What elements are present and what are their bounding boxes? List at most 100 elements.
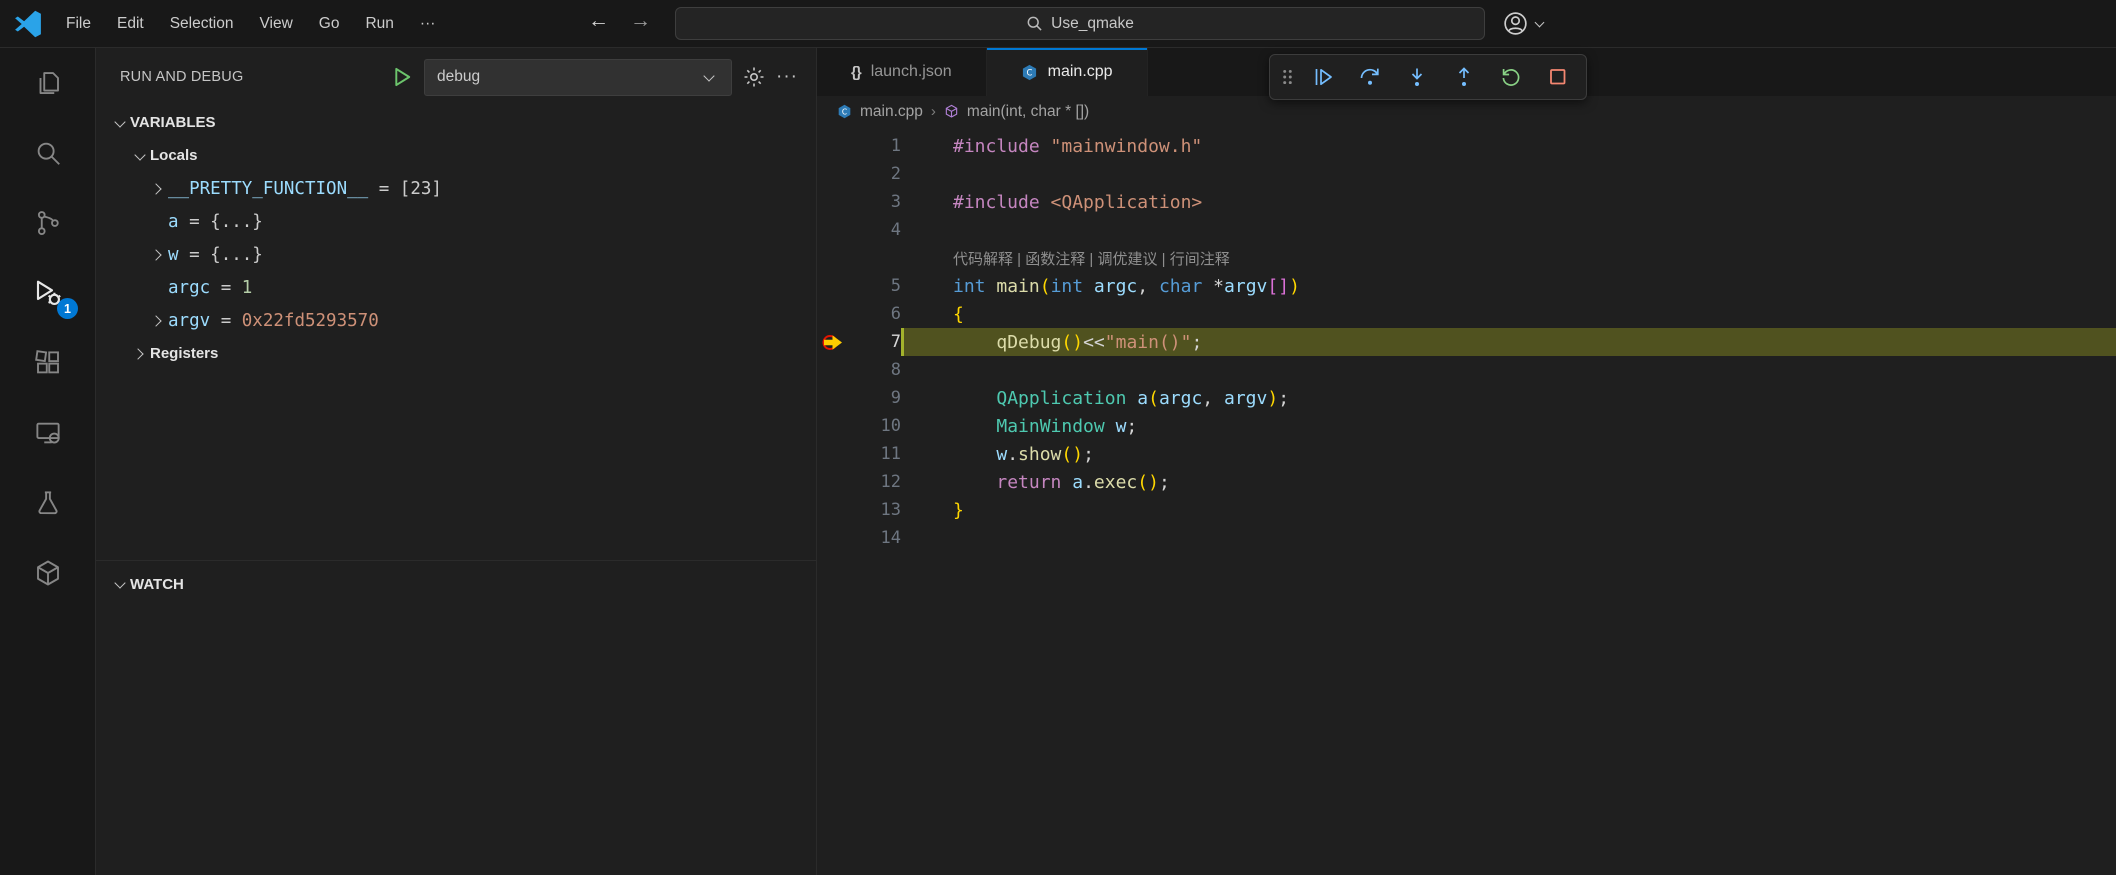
line-number[interactable]: 2 (861, 164, 901, 184)
variable-row-argc[interactable]: argc = 1 (96, 271, 816, 304)
gutter[interactable] (817, 132, 861, 160)
code-line-14[interactable]: 14 (817, 524, 2116, 552)
code-line-5[interactable]: 5 int main(int argc, char * argv[]) (817, 272, 2116, 300)
sidebar-item-source-control[interactable] (0, 188, 95, 258)
registers-scope-row[interactable]: Registers (96, 337, 816, 370)
line-number[interactable]: 9 (861, 388, 901, 408)
gutter[interactable] (817, 356, 861, 384)
menu-view[interactable]: View (246, 10, 305, 38)
settings-gear-icon[interactable] (742, 65, 766, 89)
gutter[interactable] (817, 272, 861, 300)
line-number[interactable]: 12 (861, 472, 901, 492)
sidebar-item-extensions[interactable] (0, 328, 95, 398)
back-button[interactable]: ← (588, 9, 609, 33)
menu-go[interactable]: Go (306, 10, 353, 38)
menu-run[interactable]: Run (352, 10, 406, 38)
menu-more-button[interactable]: ··· (407, 10, 449, 38)
gutter[interactable] (817, 496, 861, 524)
start-debugging-button[interactable] (390, 65, 414, 89)
code-text[interactable]: int main(int argc, char * argv[]) (901, 272, 2116, 300)
sidebar-item-run-and-debug[interactable]: 1 (0, 258, 95, 328)
code-area[interactable]: 1 #include "mainwindow.h" 2 3 #include <QApp… (817, 127, 2116, 875)
gutter[interactable] (817, 440, 861, 468)
search-box[interactable]: Use_qmake (675, 7, 1485, 40)
breadcrumb-file[interactable]: main.cpp (860, 103, 923, 121)
stop-button[interactable] (1536, 58, 1580, 96)
code-text[interactable]: #include "mainwindow.h" (901, 132, 2116, 160)
sidebar-item-remote-explorer[interactable] (0, 398, 95, 468)
gutter[interactable] (817, 188, 861, 216)
variables-section-header[interactable]: VARIABLES (96, 106, 816, 139)
code-line-2[interactable]: 2 (817, 160, 2116, 188)
code-text[interactable]: MainWindow w; (901, 412, 2116, 440)
code-text[interactable]: QApplication a(argc, argv); (901, 384, 2116, 412)
restart-button[interactable] (1489, 58, 1533, 96)
menu-selection[interactable]: Selection (157, 10, 247, 38)
line-number[interactable]: 5 (861, 276, 901, 296)
code-line-7[interactable]: 7 qDebug() << "main()"; (817, 328, 2116, 356)
line-number[interactable]: 8 (861, 360, 901, 380)
code-line-4[interactable]: 4 (817, 216, 2116, 244)
code-text[interactable] (901, 524, 2116, 552)
continue-button[interactable] (1301, 58, 1345, 96)
code-line-3[interactable]: 3 #include <QApplication> (817, 188, 2116, 216)
step-out-button[interactable] (1442, 58, 1486, 96)
sidebar-item-testing[interactable] (0, 468, 95, 538)
variable-row-w[interactable]: w = {...} (96, 238, 816, 271)
breadcrumb-symbol[interactable]: main(int, char * []) (967, 103, 1089, 121)
code-text[interactable] (901, 216, 2116, 244)
sidebar-item-explorer[interactable] (0, 48, 95, 118)
menu-file[interactable]: File (53, 10, 104, 38)
code-text[interactable]: } (901, 496, 2116, 524)
variable-row-argv[interactable]: argv = 0x22fd5293570 (96, 304, 816, 337)
code-line-12[interactable]: 12 return a. exec(); (817, 468, 2116, 496)
tab-launch-json[interactable]: {} launch.json (817, 48, 987, 96)
debug-config-dropdown[interactable]: debug (424, 58, 733, 96)
line-number[interactable]: 14 (861, 528, 901, 548)
code-text[interactable] (901, 160, 2116, 188)
gutter[interactable] (817, 216, 861, 244)
code-line-1[interactable]: 1 #include "mainwindow.h" (817, 132, 2116, 160)
watch-section-header[interactable]: WATCH (96, 560, 816, 607)
code-text[interactable] (901, 356, 2116, 384)
sidebar-item-search[interactable] (0, 118, 95, 188)
line-number[interactable]: 1 (861, 136, 901, 156)
line-number[interactable]: 10 (861, 416, 901, 436)
gutter[interactable] (817, 244, 861, 272)
line-number[interactable]: 11 (861, 444, 901, 464)
gutter[interactable] (817, 468, 861, 496)
code-text[interactable]: return a. exec(); (901, 468, 2116, 496)
code-text[interactable]: { (901, 300, 2116, 328)
code-text[interactable]: 代码解释 | 函数注释 | 调优建议 | 行间注释 (901, 244, 2116, 272)
code-line-11[interactable]: 11 w. show(); (817, 440, 2116, 468)
gutter[interactable] (817, 412, 861, 440)
code-text[interactable]: w. show(); (901, 440, 2116, 468)
locals-scope-row[interactable]: Locals (96, 139, 816, 172)
line-number[interactable]: 6 (861, 304, 901, 324)
drag-handle[interactable] (1276, 58, 1298, 96)
tab-main-cpp[interactable]: C main.cpp (986, 48, 1148, 96)
line-number[interactable]: 13 (861, 500, 901, 520)
views-more-button[interactable]: ··· (776, 67, 798, 86)
code-line-13[interactable]: 13} (817, 496, 2116, 524)
code-text[interactable]: qDebug() << "main()"; (901, 328, 2116, 356)
variable-row-a[interactable]: a = {...} (96, 205, 816, 238)
gutter[interactable] (817, 384, 861, 412)
step-over-button[interactable] (1348, 58, 1392, 96)
code-text[interactable]: #include <QApplication> (901, 188, 2116, 216)
variable-row-__PRETTY_FUNCTION__[interactable]: __PRETTY_FUNCTION__ = [23] (96, 172, 816, 205)
forward-button[interactable]: → (630, 9, 651, 33)
code-line-9[interactable]: 9 QApplication a(argc, argv); (817, 384, 2116, 412)
gutter[interactable] (817, 524, 861, 552)
line-number[interactable]: 4 (861, 220, 901, 240)
sidebar-item-hexagon-extension[interactable] (0, 538, 95, 608)
codelens-annotation-row[interactable]: 代码解释 | 函数注释 | 调优建议 | 行间注释 (817, 244, 2116, 272)
current-line-breakpoint-icon[interactable] (817, 328, 861, 356)
menu-edit[interactable]: Edit (104, 10, 157, 38)
step-into-button[interactable] (1395, 58, 1439, 96)
gutter[interactable] (817, 160, 861, 188)
code-line-8[interactable]: 8 (817, 356, 2116, 384)
line-number[interactable]: 3 (861, 192, 901, 212)
account-button[interactable] (1502, 10, 1548, 37)
gutter[interactable] (817, 300, 861, 328)
